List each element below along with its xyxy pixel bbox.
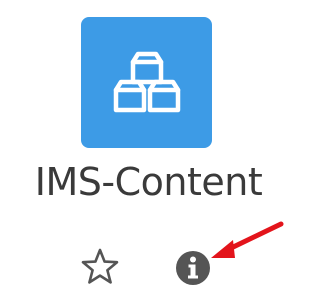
info-circle-icon bbox=[176, 251, 210, 285]
star-outline-icon bbox=[81, 248, 119, 284]
star-button[interactable] bbox=[78, 245, 122, 289]
ims-content-boxes-icon bbox=[113, 51, 180, 112]
activity-icon-tile[interactable] bbox=[81, 17, 212, 148]
info-button[interactable] bbox=[172, 247, 214, 289]
activity-title: IMS-Content bbox=[34, 160, 263, 204]
annotation-arrow bbox=[211, 221, 284, 258]
